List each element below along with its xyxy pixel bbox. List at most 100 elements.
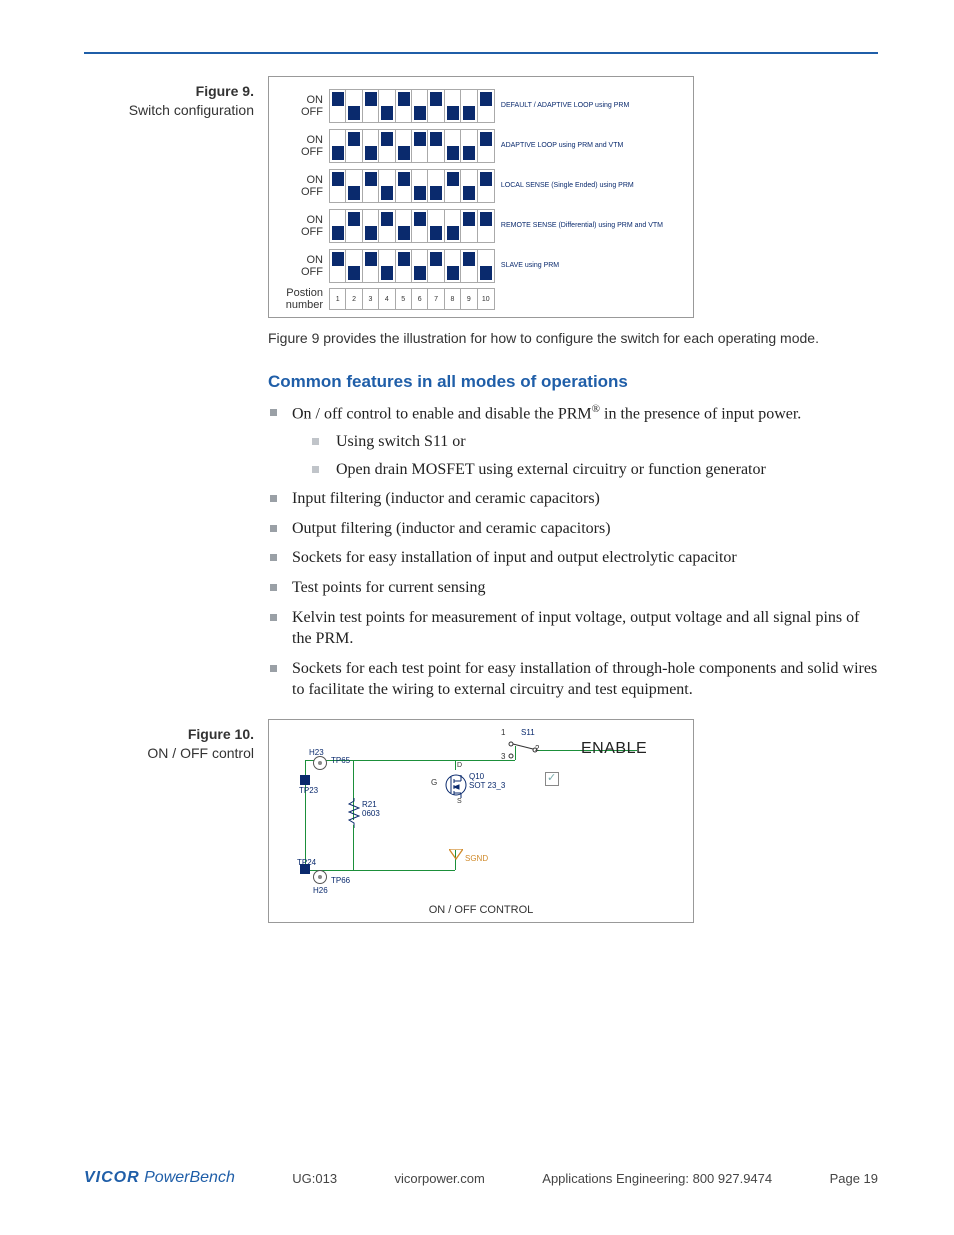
dip-position xyxy=(346,130,362,162)
dip-row-onoff: ONOFF xyxy=(277,254,329,278)
checkbox-icon xyxy=(545,772,559,786)
dip-row-onoff: ONOFF xyxy=(277,134,329,158)
label-gate: G xyxy=(431,778,437,787)
feature-text: in the presence of input power. xyxy=(600,406,801,423)
dip-position-number: 6 xyxy=(412,289,428,309)
label-tp24: TP24 xyxy=(297,858,316,867)
dip-position xyxy=(428,170,444,202)
resistor-r21 xyxy=(348,798,358,822)
dip-position xyxy=(363,210,379,242)
common-features-section: Common features in all modes of operatio… xyxy=(268,372,878,701)
registered-mark: ® xyxy=(592,403,600,415)
dip-position-label: Postionnumber xyxy=(277,287,329,311)
feature-item: Kelvin test points for measurement of in… xyxy=(268,607,878,650)
label-r21-pkg: 0603 xyxy=(362,809,380,818)
dip-position xyxy=(428,210,444,242)
dip-switch xyxy=(329,209,495,243)
feature-text: Sockets for easy installation of input a… xyxy=(292,549,737,566)
label-drain: D xyxy=(457,762,462,769)
dip-position-number: 1 xyxy=(330,289,346,309)
dip-position xyxy=(379,170,395,202)
label-h23: H23 xyxy=(309,748,324,757)
dip-position xyxy=(445,210,461,242)
dip-position xyxy=(461,210,477,242)
dip-row-label: LOCAL SENSE (Single Ended) using PRM xyxy=(501,182,685,190)
feature-sublist: Using switch S11 orOpen drain MOSFET usi… xyxy=(292,431,878,480)
switch-s11 xyxy=(505,738,535,762)
label-enable: ENABLE xyxy=(581,740,647,758)
feature-text: Kelvin test points for measurement of in… xyxy=(292,609,859,648)
dip-position xyxy=(478,250,494,282)
dip-position xyxy=(396,170,412,202)
dip-position-row: Postionnumber12345678910 xyxy=(277,287,685,311)
dip-row-onoff: ONOFF xyxy=(277,214,329,238)
dip-position xyxy=(412,250,428,282)
feature-item: Sockets for easy installation of input a… xyxy=(268,547,878,569)
figure-9-frame: ONOFFDEFAULT / ADAPTIVE LOOP using PRMON… xyxy=(268,76,694,318)
label-s11-pin2: 2 xyxy=(535,744,539,753)
dip-position-number: 5 xyxy=(396,289,412,309)
dip-position xyxy=(412,210,428,242)
feature-item: Sockets for each test point for easy ins… xyxy=(268,658,878,701)
dip-position-number: 3 xyxy=(363,289,379,309)
figure-10-number: Figure 10. xyxy=(84,725,254,744)
figure-10-caption-text: ON / OFF control xyxy=(84,744,254,763)
dip-row: ONOFF DEFAULT / ADAPTIVE LOOP using PRM xyxy=(277,87,685,125)
dip-position xyxy=(428,90,444,122)
feature-item: Output filtering (inductor and ceramic c… xyxy=(268,518,878,540)
label-r21: R21 xyxy=(362,800,377,809)
dip-position xyxy=(346,210,362,242)
dip-position-number: 10 xyxy=(478,289,494,309)
dip-row: ONOFFADAPTIVE LOOP using PRM and VTM xyxy=(277,127,685,165)
feature-text: Sockets for each test point for easy ins… xyxy=(292,660,877,699)
dip-position xyxy=(363,90,379,122)
dip-position xyxy=(396,130,412,162)
dip-position xyxy=(461,250,477,282)
feature-text: Input filtering (inductor and ceramic ca… xyxy=(292,490,600,507)
label-tp23: TP23 xyxy=(299,786,318,795)
section-heading: Common features in all modes of operatio… xyxy=(268,372,878,392)
dip-position xyxy=(330,210,346,242)
figure-10-caption: Figure 10. ON / OFF control xyxy=(84,719,268,923)
dip-row: ONOFF REMOTE SENSE (Differential) using P… xyxy=(277,207,685,245)
tp23-pad xyxy=(300,775,310,785)
dip-position xyxy=(379,130,395,162)
figure-10: Figure 10. ON / OFF control xyxy=(84,719,878,923)
feature-subitem: Using switch S11 or xyxy=(292,431,878,453)
dip-row-label: REMOTE SENSE (Differential) using PRM an… xyxy=(501,222,685,230)
dip-position xyxy=(363,170,379,202)
brand-powerbench: PowerBench xyxy=(144,1169,235,1186)
footer-site: vicorpower.com xyxy=(395,1171,485,1186)
dip-position xyxy=(461,130,477,162)
label-tp66: TP66 xyxy=(331,876,350,885)
feature-item: Input filtering (inductor and ceramic ca… xyxy=(268,488,878,510)
dip-position-number: 8 xyxy=(445,289,461,309)
dip-position-number: 7 xyxy=(428,289,444,309)
dip-switch xyxy=(329,249,495,283)
header-rule xyxy=(84,52,878,54)
dip-position xyxy=(461,90,477,122)
label-s11-pin1: 1 xyxy=(501,728,505,737)
dip-position xyxy=(412,130,428,162)
page-content: Figure 9. Switch configuration ONOFF DEFA… xyxy=(84,76,878,923)
h23-hole xyxy=(313,756,327,770)
dip-row-onoff: ONOFF xyxy=(277,94,329,118)
label-sot: SOT 23_3 xyxy=(469,781,505,790)
dip-position xyxy=(428,130,444,162)
dip-position xyxy=(346,170,362,202)
footer-docid: UG:013 xyxy=(292,1171,337,1186)
dip-position xyxy=(330,250,346,282)
dip-row: ONOFFLOCAL SENSE (Single Ended) using PR… xyxy=(277,167,685,205)
dip-position xyxy=(428,250,444,282)
figure-9-caption: Figure 9. Switch configuration xyxy=(84,76,268,318)
dip-position xyxy=(363,250,379,282)
dip-position xyxy=(445,250,461,282)
label-tp65: TP65 xyxy=(331,756,350,765)
label-h26: H26 xyxy=(313,886,328,895)
dip-position xyxy=(330,130,346,162)
dip-position xyxy=(478,170,494,202)
dip-row-label: DEFAULT / ADAPTIVE LOOP using PRM xyxy=(501,102,685,110)
dip-position xyxy=(412,170,428,202)
dip-position xyxy=(461,170,477,202)
footer-page: Page 19 xyxy=(830,1171,878,1186)
